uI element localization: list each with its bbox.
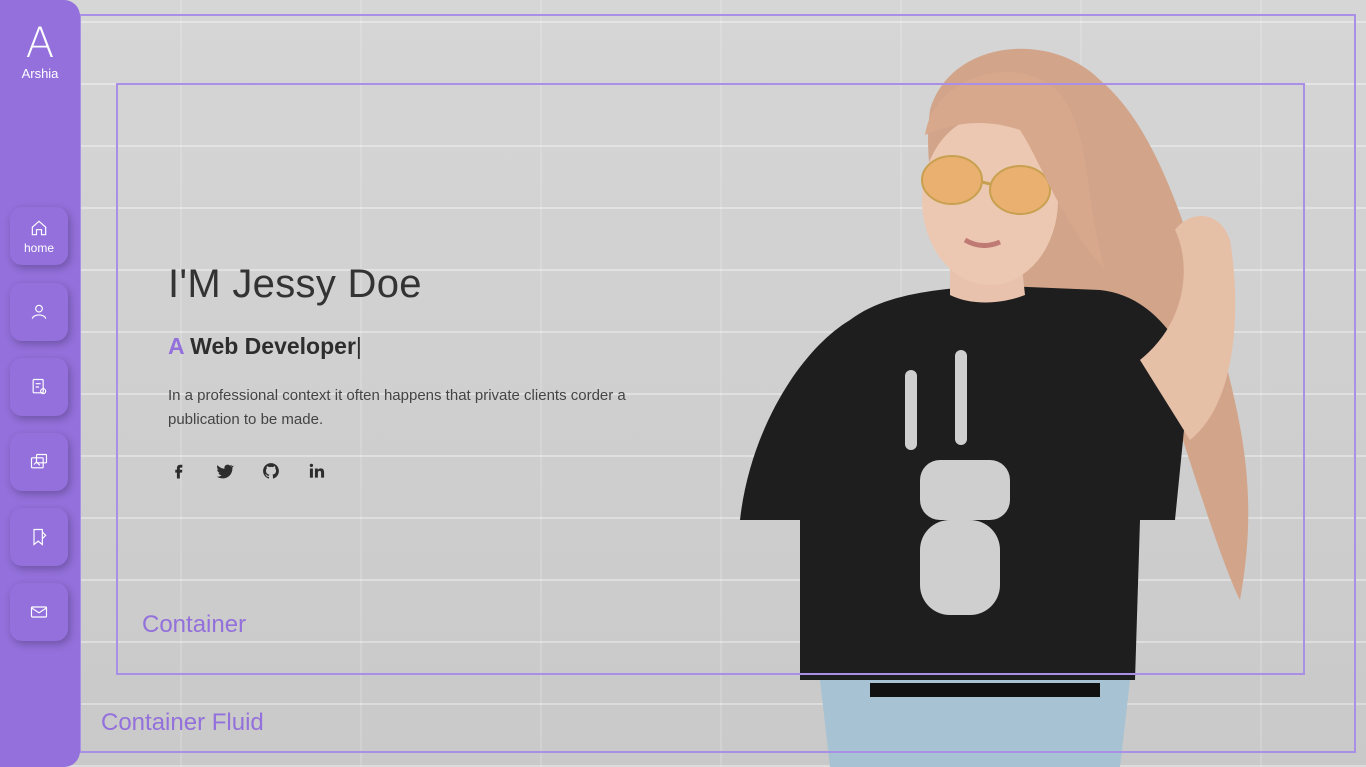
nav-home[interactable]: home: [10, 207, 68, 265]
linkedin-link[interactable]: [306, 460, 328, 482]
hero-title: I'M Jessy Doe: [168, 262, 422, 306]
hero-description: In a professional context it often happe…: [168, 387, 626, 428]
logo-name: Arshia: [21, 66, 59, 81]
portrait-photo: [740, 48, 1249, 767]
mail-icon: [30, 606, 48, 618]
blog-icon: [33, 528, 47, 546]
hero-role: A Web Developer|: [168, 333, 628, 360]
resume-icon: [32, 378, 47, 395]
twitter-icon: [216, 464, 234, 479]
nav-resume[interactable]: [10, 358, 68, 416]
sidebar: A Arshia home: [0, 0, 80, 767]
logo[interactable]: A Arshia: [0, 18, 80, 82]
role-text: Web Developer: [190, 333, 356, 359]
social-links: [168, 460, 628, 482]
twitter-link[interactable]: [214, 460, 236, 482]
role-prefix: A: [168, 333, 184, 359]
home-icon: [31, 220, 47, 235]
user-icon: [31, 304, 47, 319]
nav-contact[interactable]: [10, 583, 68, 641]
linkedin-icon: [309, 463, 325, 478]
portfolio-icon: [30, 453, 48, 469]
container-fluid-label: Container Fluid: [101, 709, 264, 736]
nav-about[interactable]: [10, 283, 68, 341]
nav-blog[interactable]: [10, 508, 68, 566]
facebook-icon: [175, 464, 183, 479]
typing-cursor: |: [355, 333, 362, 359]
logo-letter: A: [25, 18, 55, 67]
nav-portfolio[interactable]: [10, 433, 68, 491]
hero-section: I'M Jessy Doe A Web Developer| In a prof…: [168, 262, 628, 482]
github-icon: [263, 463, 279, 479]
container-label: Container: [142, 611, 247, 638]
nav-home-label: home: [23, 240, 55, 255]
github-link[interactable]: [260, 460, 282, 482]
facebook-link[interactable]: [168, 460, 190, 482]
